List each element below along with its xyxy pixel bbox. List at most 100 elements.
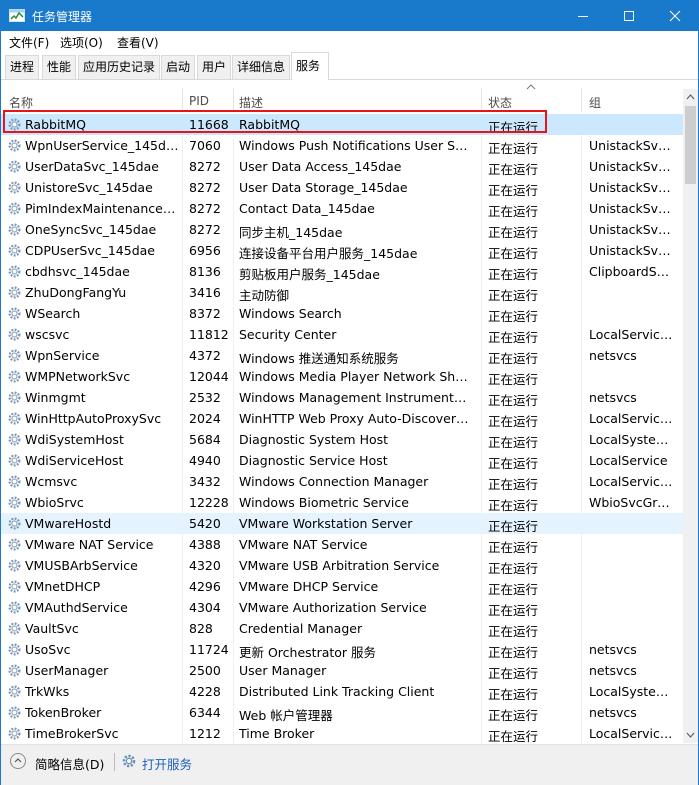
service-row[interactable]: ZhuDongFangYu 3416 主动防御 正在运行 [1,282,683,303]
service-row[interactable]: OneSyncSvc_145dae 8272 同步主机_145dae 正在运行 Unis… [1,219,683,240]
service-group: netsvcs [589,705,637,720]
service-row[interactable]: WMPNetworkSvc 12044 Windows Media Player N… [1,366,683,387]
service-name: wscsvc [25,327,70,342]
service-group: LocalService... [589,327,675,342]
tab-app-history[interactable]: 应用历史记录 [78,55,160,79]
service-name: UsoSvc [25,642,71,657]
menu-view[interactable]: 查看(V) [117,34,159,51]
service-row[interactable]: WdiSystemHost 5684 Diagnostic System Host 正… [1,429,683,450]
column-header-pid[interactable]: PID [189,94,209,108]
service-pid: 4388 [189,537,221,552]
service-status: 正在运行 [488,519,539,534]
tab-users[interactable]: 用户 [197,55,231,79]
service-pid: 6344 [189,705,221,720]
service-row[interactable]: WbioSrvc 12228 Windows Biometric Service 正在… [1,492,683,513]
service-pid: 12044 [189,369,229,384]
service-pid: 12228 [189,495,229,510]
scrollbar-thumb[interactable] [685,106,696,184]
service-row[interactable]: WSearch 8372 Windows Search 正在运行 [1,303,683,324]
service-row[interactable]: WpnService 4372 Windows 推送通知系统服务 正在运行 netsvc… [1,345,683,366]
service-name: WSearch [25,306,81,321]
service-row[interactable]: cbdhsvc_145dae 8136 剪贴板用户服务_145dae 正在运行 Clip… [1,261,683,282]
service-gear-icon [8,580,21,593]
service-description: 连接设备平台用户服务_145dae [239,246,418,261]
service-row[interactable]: TokenBroker 6344 Web 帐户管理器 正在运行 netsvcs [1,702,683,723]
service-row[interactable]: UserManager 2500 User Manager 正在运行 netsvcs [1,660,683,681]
service-status: 正在运行 [488,666,539,681]
service-pid: 7060 [189,138,221,153]
service-row[interactable]: VMware NAT Service 4388 VMware NAT Service… [1,534,683,555]
service-row[interactable]: UserDataSvc_145dae 8272 User Data Access_1… [1,156,683,177]
service-group: UnistackSvcG... [589,138,675,153]
service-row[interactable]: VMnetDHCP 4296 VMware DHCP Service 正在运行 [1,576,683,597]
title-bar[interactable]: 任务管理器 [1,1,698,31]
column-header-group[interactable]: 组 [589,94,601,111]
close-icon [669,10,681,22]
service-row[interactable]: UnistoreSvc_145dae 8272 User Data Storage_… [1,177,683,198]
service-row[interactable]: VMwareHostd 5420 VMware Workstation Server… [1,513,683,534]
chevron-up-icon [14,758,22,763]
service-status: 正在运行 [488,141,539,156]
tab-performance[interactable]: 性能 [42,55,76,79]
column-divider[interactable] [233,88,234,112]
service-row[interactable]: WdiServiceHost 4940 Diagnostic Service Hos… [1,450,683,471]
column-header-status[interactable]: 状态 [488,94,512,111]
services-gear-icon[interactable] [121,753,137,769]
service-name: WbioSrvc [25,495,84,510]
service-row[interactable]: VaultSvc 828 Credential Manager 正在运行 [1,618,683,639]
column-header-name[interactable]: 名称 [9,94,33,111]
fewer-details-toggle[interactable] [10,753,26,769]
service-status: 正在运行 [488,393,539,408]
maximize-button[interactable] [606,1,652,31]
service-row[interactable]: Winmgmt 2532 Windows Management Instrument… [1,387,683,408]
service-row[interactable]: TimeBrokerSvc 1212 Time Broker 正在运行 LocalSer… [1,723,683,744]
menu-file[interactable]: 文件(F) [9,34,49,51]
service-description: Windows Search [239,306,342,321]
tab-processes[interactable]: 进程 [5,55,39,79]
service-row[interactable]: wscsvc 11812 Security Center 正在运行 LocalServi… [1,324,683,345]
service-gear-icon [8,643,21,656]
service-description: VMware NAT Service [239,537,368,552]
service-gear-icon [8,559,21,572]
service-description: Diagnostic System Host [239,432,389,447]
service-status: 正在运行 [488,225,539,240]
scroll-down-arrow-icon[interactable] [683,727,698,743]
service-row[interactable]: UsoSvc 11724 更新 Orchestrator 服务 正在运行 netsvcs [1,639,683,660]
service-group: UnistackSvcG... [589,243,675,258]
service-row[interactable]: PimIndexMaintenanceSv... 8272 Contact Data… [1,198,683,219]
service-status: 正在运行 [488,624,539,639]
service-row[interactable]: WinHttpAutoProxySvc 2024 WinHTTP Web Proxy… [1,408,683,429]
service-status: 正在运行 [488,162,539,177]
column-divider[interactable] [481,88,482,112]
service-description: 更新 Orchestrator 服务 [239,645,377,660]
fewer-details-link[interactable]: 简略信息(D) [35,754,104,773]
scroll-up-arrow-icon[interactable] [683,89,698,105]
close-button[interactable] [652,1,698,31]
service-gear-icon [8,139,21,152]
vertical-scrollbar[interactable] [683,89,698,743]
column-divider[interactable] [182,88,183,112]
service-pid: 8136 [189,264,221,279]
service-status: 正在运行 [488,582,539,597]
minimize-button[interactable] [560,1,606,31]
service-row[interactable]: VMAuthdService 4304 VMware Authorization S… [1,597,683,618]
open-services-link[interactable]: 打开服务 [142,754,192,773]
service-description: User Manager [239,663,327,678]
service-row[interactable]: TrkWks 4228 Distributed Link Tracking Clie… [1,681,683,702]
column-divider[interactable] [581,88,582,112]
service-gear-icon [8,412,21,425]
menu-options[interactable]: 选项(O) [60,34,103,51]
column-header-description[interactable]: 描述 [239,94,263,111]
column-header-row: 名称 PID 描述 状态 组 [1,84,683,112]
tab-details[interactable]: 详细信息 [232,55,290,79]
service-row[interactable]: WpnUserService_145dae 7060 Windows Push No… [1,135,683,156]
tab-services[interactable]: 服务 [291,52,329,80]
service-row[interactable]: VMUSBArbService 4320 VMware USB Arbitratio… [1,555,683,576]
service-row[interactable]: CDPUserSvc_145dae 6956 连接设备平台用户服务_145dae 正在… [1,240,683,261]
service-group: LocalService... [589,474,675,489]
service-row[interactable]: Wcmsvc 3432 Windows Connection Manager 正在运行… [1,471,683,492]
service-name: cbdhsvc_145dae [25,264,130,279]
service-status: 正在运行 [488,183,539,198]
tab-startup[interactable]: 启动 [161,55,195,79]
service-pid: 8272 [189,201,221,216]
